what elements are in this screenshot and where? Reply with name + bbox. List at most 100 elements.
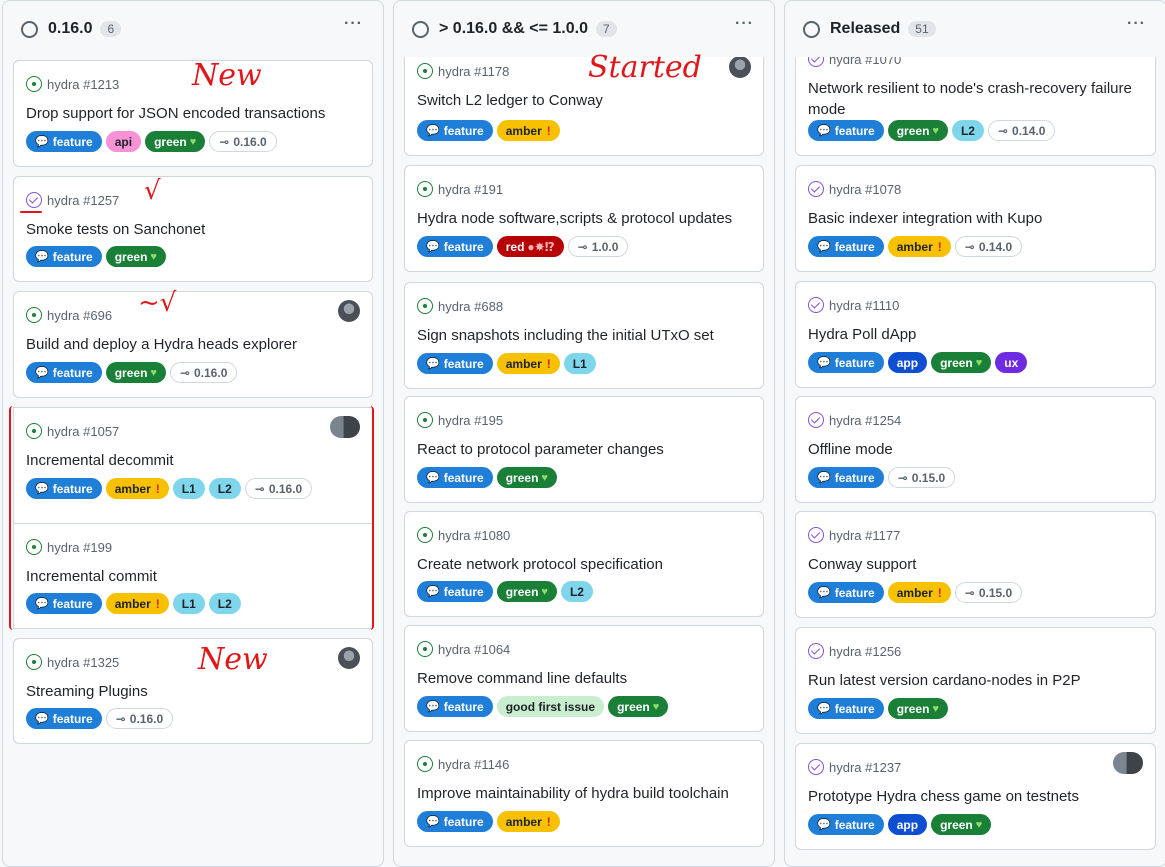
issue-reference[interactable]: hydra #1257 — [26, 191, 119, 209]
issue-title[interactable]: Hydra node software,scripts & protocol u… — [417, 208, 751, 229]
issue-reference[interactable]: hydra #1178 — [417, 62, 509, 80]
label-feature[interactable]: 💬 feature — [808, 698, 884, 719]
label-feature[interactable]: 💬 feature — [808, 467, 884, 488]
issue-title[interactable]: Sign snapshots including the initial UTx… — [417, 325, 751, 346]
issue-reference[interactable]: hydra #688 — [417, 297, 503, 315]
milestone-badge[interactable]: ⊸ 0.16.0 — [209, 131, 277, 152]
issue-title[interactable]: Build and deploy a Hydra heads explorer — [26, 334, 360, 355]
label-app[interactable]: app — [887, 814, 928, 835]
issue-reference[interactable]: hydra #1080 — [417, 526, 510, 544]
label-amber[interactable]: amber! — [496, 353, 560, 374]
issue-card[interactable]: hydra #1064 Remove command line defaults 💬… — [404, 625, 764, 732]
label-green[interactable]: green ♥ — [145, 131, 206, 152]
label-feature[interactable]: 💬 feature — [26, 362, 102, 383]
label-green[interactable]: green ♥ — [105, 362, 166, 383]
issue-title[interactable]: Hydra Poll dApp — [808, 324, 1143, 345]
label-amber[interactable]: amber! — [496, 120, 560, 141]
issue-reference[interactable]: hydra #1064 — [417, 640, 510, 658]
issue-reference[interactable]: hydra #1256 — [808, 642, 901, 660]
issue-title[interactable]: Prototype Hydra chess game on testnets — [808, 786, 1143, 807]
issue-title[interactable]: Remove command line defaults — [417, 668, 751, 689]
issue-card[interactable]: hydra #1257 Smoke tests on Sanchonet 💬 feat… — [13, 176, 373, 282]
label-red[interactable]: red ●✸⁉ — [496, 236, 564, 257]
column-menu-icon[interactable]: ··· — [735, 15, 754, 33]
issue-title[interactable]: Switch L2 ledger to Conway — [417, 90, 751, 111]
issue-reference[interactable]: hydra #191 — [417, 180, 503, 198]
assignee-avatars[interactable] — [1113, 752, 1143, 774]
issue-reference[interactable]: hydra #1254 — [808, 411, 901, 429]
issue-card[interactable]: hydra #696 Build and deploy a Hydra heads… — [13, 291, 373, 398]
issue-title[interactable]: Basic indexer integration with Kupo — [808, 208, 1143, 229]
label-amber[interactable]: amber! — [887, 582, 951, 603]
issue-card[interactable]: hydra #688 Sign snapshots including the i… — [404, 282, 764, 389]
milestone-badge[interactable]: ⊸ 0.15.0 — [887, 467, 956, 488]
label-feature[interactable]: 💬 feature — [26, 708, 102, 729]
milestone-badge[interactable]: ⊸ 0.15.0 — [954, 582, 1023, 603]
milestone-badge[interactable]: ⊸ 0.14.0 — [987, 120, 1056, 141]
label-app[interactable]: app — [887, 352, 928, 373]
milestone-badge[interactable]: ⊸ 0.16.0 — [105, 708, 174, 729]
issue-title[interactable]: Create network protocol specification — [417, 554, 751, 575]
issue-title[interactable]: Network resilient to node's crash-recove… — [808, 78, 1143, 120]
label-green[interactable]: green ♥ — [887, 120, 948, 141]
label-feature[interactable]: 💬 feature — [808, 814, 884, 835]
assignee-avatar[interactable] — [729, 56, 751, 78]
issue-title[interactable]: React to protocol parameter changes — [417, 439, 751, 460]
label-feature[interactable]: 💬 feature — [26, 246, 102, 267]
label-ux[interactable]: ux — [995, 352, 1028, 373]
issue-card[interactable]: hydra #1110 Hydra Poll dApp 💬 feature app gre… — [795, 281, 1156, 388]
label-api[interactable]: api — [105, 131, 142, 152]
label-feature[interactable]: 💬 feature — [417, 120, 493, 141]
issue-title[interactable]: Improve maintainability of hydra build t… — [417, 783, 751, 804]
issue-reference[interactable]: hydra #1177 — [808, 526, 900, 544]
issue-card[interactable]: hydra #1178 Switch L2 ledger to Conway 💬 fe… — [404, 47, 764, 156]
label-feature[interactable]: 💬 feature — [417, 811, 493, 832]
label-feature[interactable]: 💬 feature — [808, 236, 884, 257]
issue-reference[interactable]: hydra #1213 — [26, 75, 119, 93]
issue-card[interactable]: hydra #1080 Create network protocol speci… — [404, 511, 764, 617]
issue-title[interactable]: Conway support — [808, 554, 1143, 575]
issue-card[interactable]: hydra #195 React to protocol parameter ch… — [404, 396, 764, 503]
label-green[interactable]: green ♥ — [931, 814, 992, 835]
issue-card[interactable]: hydra #191 Hydra node software,scripts & … — [404, 165, 764, 272]
label-feature[interactable]: 💬 feature — [808, 120, 884, 141]
issue-card[interactable]: hydra #1254 Offline mode 💬 feature ⊸ 0.15.0 — [795, 396, 1156, 503]
column-menu-icon[interactable]: ··· — [1127, 15, 1146, 33]
column-menu-icon[interactable]: ··· — [344, 15, 363, 33]
issue-reference[interactable]: hydra #696 — [26, 306, 112, 324]
label-feature[interactable]: 💬 feature — [417, 236, 493, 257]
issue-title[interactable]: Drop support for JSON encoded transactio… — [26, 103, 360, 124]
label-l2[interactable]: L2 — [560, 581, 593, 602]
label-l1[interactable]: L1 — [563, 353, 596, 374]
label-green[interactable]: green ♥ — [887, 698, 948, 719]
issue-reference[interactable]: hydra #1110 — [808, 296, 899, 314]
issue-title[interactable]: Smoke tests on Sanchonet — [26, 219, 360, 240]
label-feature[interactable]: 💬 feature — [808, 352, 884, 373]
assignee-avatar[interactable] — [338, 300, 360, 322]
issue-card[interactable]: hydra #1237 Prototype Hydra chess game on… — [795, 743, 1156, 850]
assignee-avatar[interactable] — [338, 647, 360, 669]
issue-card[interactable]: hydra #1177 Conway support 💬 feature amber! ⊸… — [795, 511, 1156, 618]
issue-card[interactable]: hydra #1325 Streaming Plugins 💬 feature ⊸ 0.1… — [13, 638, 373, 744]
issue-reference[interactable]: hydra #1237 — [808, 758, 901, 776]
milestone-badge[interactable]: ⊸ 0.14.0 — [954, 236, 1023, 257]
label-green[interactable]: green ♥ — [608, 696, 669, 717]
issue-card[interactable]: hydra #1078 Basic indexer integration wit… — [795, 165, 1156, 272]
label-amber[interactable]: amber! — [496, 811, 560, 832]
label-feature[interactable]: 💬 feature — [808, 582, 884, 603]
issue-card[interactable]: hydra #1256 Run latest version cardano-no… — [795, 627, 1156, 734]
label-amber[interactable]: amber! — [887, 236, 951, 257]
milestone-badge[interactable]: ⊸ 1.0.0 — [567, 236, 629, 257]
label-feature[interactable]: 💬 feature — [417, 696, 493, 717]
issue-reference[interactable]: hydra #1325 — [26, 653, 119, 671]
issue-reference[interactable]: hydra #1146 — [417, 755, 509, 773]
label-feature[interactable]: 💬 feature — [417, 353, 493, 374]
issue-reference[interactable]: hydra #195 — [417, 411, 503, 429]
label-feature[interactable]: 💬 feature — [417, 467, 493, 488]
label-gfi[interactable]: good first issue — [496, 696, 605, 717]
issue-title[interactable]: Run latest version cardano-nodes in P2P — [808, 670, 1143, 691]
issue-title[interactable]: Offline mode — [808, 439, 1143, 460]
label-green[interactable]: green ♥ — [105, 246, 166, 267]
label-feature[interactable]: 💬 feature — [417, 581, 493, 602]
label-green[interactable]: green ♥ — [496, 581, 557, 602]
